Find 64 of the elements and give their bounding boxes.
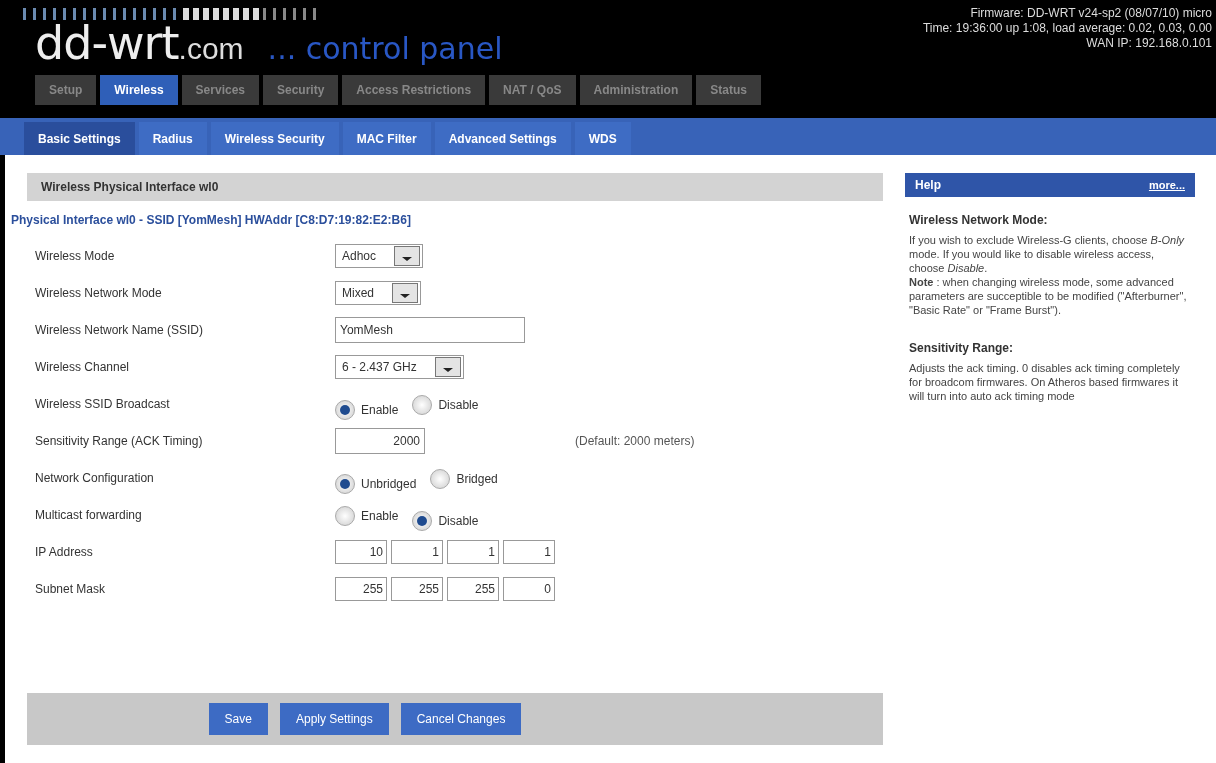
radio-label[interactable]: Unbridged bbox=[361, 475, 417, 493]
radio-label[interactable]: Disable bbox=[438, 512, 479, 530]
radio-button[interactable] bbox=[412, 395, 433, 415]
radio-label[interactable]: Enable bbox=[361, 507, 399, 525]
nav-tab[interactable]: Wireless bbox=[100, 75, 178, 105]
octet-field[interactable]: 1 bbox=[447, 539, 499, 564]
field-label: Network Configuration bbox=[35, 469, 155, 487]
sub-tab[interactable]: Basic Settings bbox=[24, 122, 135, 155]
radio-label[interactable]: Enable bbox=[361, 401, 399, 419]
help-text: Note : when changing wireless mode, some advanced parameters are succeptible to be modified ("Afterburner", "Basic Rate" or "Frame Burst"). bbox=[909, 275, 1188, 317]
action-button[interactable]: Cancel Changes bbox=[400, 703, 522, 735]
octet-field[interactable]: 255 bbox=[335, 576, 387, 601]
action-button[interactable]: Save bbox=[208, 703, 268, 735]
help-text: Adjusts the ack timing. 0 disables ack timing completely for broadcom firmwares. On Atheros based firmwares it will turn into auto ack timing mode bbox=[909, 361, 1181, 403]
help-heading: Sensitivity Range: bbox=[909, 340, 1015, 357]
status-line: Firmware: DD-WRT v24-sp2 (08/07/10) micro bbox=[969, 6, 1212, 21]
interface-title: Physical Interface wl0 - SSID [YomMesh] HWAddr [C8:D7:19:82:E2:B6] bbox=[11, 212, 412, 229]
radio-label[interactable]: Bridged bbox=[456, 470, 498, 488]
octet-field[interactable]: 255 bbox=[447, 576, 499, 601]
field-label: Subnet Mask bbox=[35, 580, 107, 598]
sub-tab[interactable]: Wireless Security bbox=[210, 122, 339, 155]
dropdown[interactable]: Mixed bbox=[335, 280, 421, 305]
octet-field[interactable]: 10 bbox=[335, 539, 387, 564]
caret-icon bbox=[394, 245, 421, 266]
radio-button[interactable] bbox=[412, 511, 433, 531]
sub-tab[interactable]: Radius bbox=[138, 122, 207, 155]
hint-text: (Default: 2000 meters) bbox=[575, 432, 695, 450]
field-label: Wireless Channel bbox=[35, 358, 131, 376]
sub-tab[interactable]: Advanced Settings bbox=[434, 122, 571, 155]
caret-icon bbox=[392, 282, 418, 303]
section-header: Wireless Physical Interface wl0 bbox=[27, 173, 883, 201]
logo-text: dd-wrt bbox=[35, 16, 179, 70]
field-label: Wireless Mode bbox=[35, 247, 116, 265]
logo-tagline: ... control panel bbox=[267, 31, 503, 66]
radio-button[interactable] bbox=[335, 400, 355, 420]
radio-button[interactable] bbox=[335, 474, 355, 494]
sub-tab[interactable]: MAC Filter bbox=[342, 122, 431, 155]
more-link[interactable]: more... bbox=[1148, 176, 1185, 194]
octet-field[interactable]: 0 bbox=[503, 576, 555, 601]
status-line: WAN IP: 192.168.0.101 bbox=[1085, 36, 1212, 51]
help-text: If you wish to exclude Wireless-G clients, choose B-Only mode. If you would like to disable wireless access, choose Disable. bbox=[909, 233, 1186, 275]
radio-button[interactable] bbox=[430, 469, 451, 489]
status-line: Time: 19:36:00 up 1:08, load average: 0.02, 0.03, 0.00 bbox=[922, 21, 1212, 36]
field-label: Wireless SSID Broadcast bbox=[35, 395, 171, 413]
field-label: Wireless Network Name (SSID) bbox=[35, 321, 205, 339]
action-button[interactable]: Apply Settings bbox=[279, 703, 389, 735]
field-label: Multicast forwarding bbox=[35, 506, 143, 524]
caret-icon bbox=[434, 356, 461, 377]
logo-domain: .com bbox=[178, 32, 244, 65]
number-field[interactable]: 2000 bbox=[335, 427, 425, 454]
field-label: Sensitivity Range (ACK Timing) bbox=[35, 432, 204, 450]
sub-tab[interactable]: WDS bbox=[574, 122, 631, 155]
octet-field[interactable]: 255 bbox=[391, 576, 443, 601]
text-field[interactable]: YomMesh bbox=[335, 316, 525, 343]
help-heading: Wireless Network Mode: bbox=[909, 212, 1049, 229]
field-label: IP Address bbox=[35, 543, 94, 561]
dropdown[interactable]: 6 - 2.437 GHz bbox=[335, 354, 464, 379]
octet-field[interactable]: 1 bbox=[503, 539, 555, 564]
radio-label[interactable]: Disable bbox=[438, 396, 479, 414]
octet-field[interactable]: 1 bbox=[391, 539, 443, 564]
field-label: Wireless Network Mode bbox=[35, 284, 163, 302]
help-title: Help bbox=[915, 177, 941, 194]
dropdown[interactable]: Adhoc bbox=[335, 243, 424, 268]
radio-button[interactable] bbox=[335, 506, 355, 526]
